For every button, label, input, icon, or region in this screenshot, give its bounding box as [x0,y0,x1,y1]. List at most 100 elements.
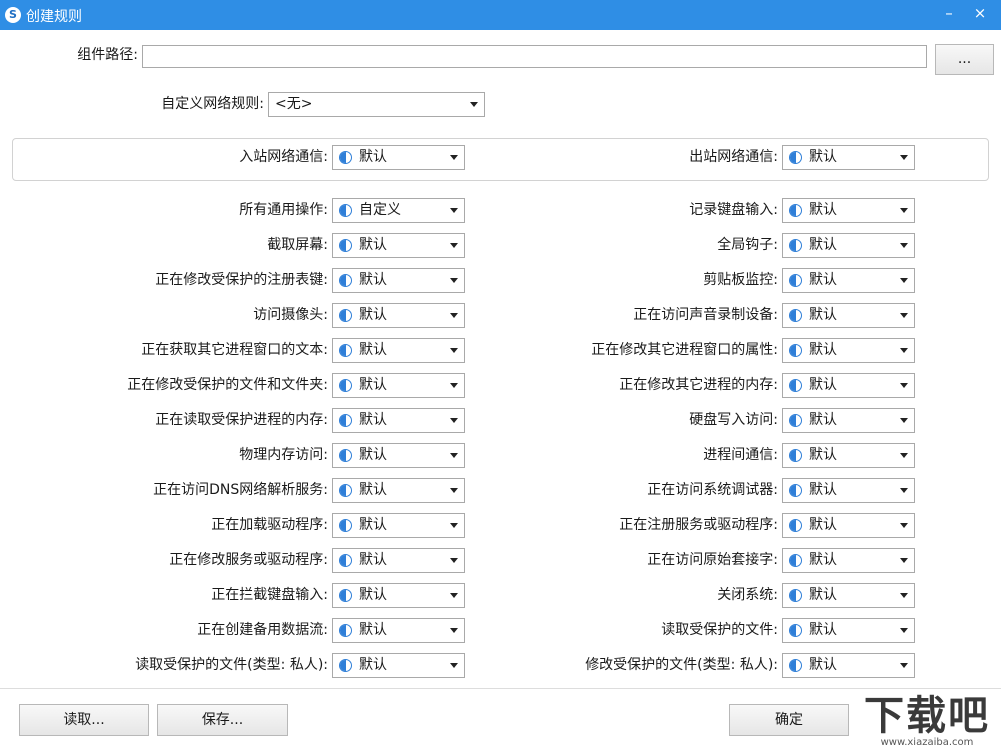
rule-select-right[interactable]: 默认 [782,303,915,328]
load-button[interactable]: 读取... [19,704,149,736]
rule-value: 默认 [809,622,837,638]
rule-select-left[interactable]: 默认 [332,548,465,573]
rule-label-left: 访问摄像头: [253,307,328,323]
close-button[interactable]: × [967,2,993,26]
rule-select-left[interactable]: 自定义 [332,198,465,223]
chevron-down-icon [450,523,458,528]
rule-select-left[interactable]: 默认 [332,653,465,678]
chevron-down-icon [450,628,458,633]
custom-network-rule-label: 自定义网络规则: [161,96,264,112]
rule-select-right[interactable]: 默认 [782,373,915,398]
chevron-down-icon [900,208,908,213]
rule-select-right[interactable]: 默认 [782,583,915,608]
ok-button[interactable]: 确定 [729,704,849,736]
chevron-down-icon [450,278,458,283]
rule-label-left: 截取屏幕: [267,237,328,253]
rule-select-right[interactable]: 默认 [782,443,915,468]
chevron-down-icon [450,663,458,668]
half-circle-icon [339,379,352,392]
rule-select-left[interactable]: 默认 [332,373,465,398]
rule-select-right[interactable]: 默认 [782,653,915,678]
rule-select-left[interactable]: 默认 [332,408,465,433]
component-path-input[interactable] [142,45,927,68]
rule-select-left[interactable]: 默认 [332,303,465,328]
rule-value: 默认 [359,657,387,673]
custom-network-rule-select[interactable]: <无> [268,92,485,117]
outbound-network-value: 默认 [809,149,837,165]
rule-select-left[interactable]: 默认 [332,583,465,608]
rule-select-right[interactable]: 默认 [782,478,915,503]
rule-select-left[interactable]: 默认 [332,618,465,643]
half-circle-icon [339,484,352,497]
half-circle-icon [339,589,352,602]
rule-value: 默认 [359,237,387,253]
rule-value: 默认 [359,307,387,323]
half-circle-icon [789,659,802,672]
chevron-down-icon [900,278,908,283]
rule-label-right: 正在注册服务或驱动程序: [619,517,778,533]
rule-value: 默认 [809,447,837,463]
chevron-down-icon [900,593,908,598]
rule-select-right[interactable]: 默认 [782,513,915,538]
rule-label-left: 正在加载驱动程序: [211,517,328,533]
chevron-down-icon [900,488,908,493]
rule-label-left: 正在获取其它进程窗口的文本: [141,342,328,358]
rule-value: 默认 [359,377,387,393]
rule-select-left[interactable]: 默认 [332,233,465,258]
half-circle-icon [789,624,802,637]
chevron-down-icon [900,383,908,388]
half-circle-icon [339,239,352,252]
rule-select-left[interactable]: 默认 [332,268,465,293]
rule-label-right: 硬盘写入访问: [689,412,778,428]
rule-label-right: 修改受保护的文件(类型: 私人): [585,657,778,673]
half-circle-icon [789,414,802,427]
rule-label-right: 剪贴板监控: [703,272,778,288]
browse-button[interactable]: ... [935,44,994,75]
outbound-network-label: 出站网络通信: [689,149,778,165]
rule-select-right[interactable]: 默认 [782,408,915,433]
rule-select-right[interactable]: 默认 [782,548,915,573]
rule-select-right[interactable]: 默认 [782,338,915,363]
rule-select-left[interactable]: 默认 [332,338,465,363]
save-button[interactable]: 保存... [157,704,288,736]
half-circle-icon [789,309,802,322]
minimize-button[interactable]: – [936,2,962,26]
rule-select-left[interactable]: 默认 [332,443,465,468]
chevron-down-icon [450,208,458,213]
chevron-down-icon [450,488,458,493]
rule-value: 默认 [809,587,837,603]
inbound-network-select[interactable]: 默认 [332,145,465,170]
rule-value: 默认 [359,622,387,638]
rule-select-left[interactable]: 默认 [332,513,465,538]
rule-select-right[interactable]: 默认 [782,618,915,643]
chevron-down-icon [450,313,458,318]
rule-value: 自定义 [359,202,401,218]
chevron-down-icon [900,453,908,458]
rule-label-right: 进程间通信: [703,447,778,463]
rule-select-left[interactable]: 默认 [332,478,465,503]
outbound-network-select[interactable]: 默认 [782,145,915,170]
footer-divider [0,688,1001,689]
rule-value: 默认 [359,412,387,428]
chevron-down-icon [450,558,458,563]
chevron-down-icon [450,348,458,353]
half-circle-icon [339,151,352,164]
rule-label-right: 读取受保护的文件: [661,622,778,638]
chevron-down-icon [450,453,458,458]
rule-value: 默认 [809,272,837,288]
rule-value: 默认 [809,202,837,218]
rule-select-right[interactable]: 默认 [782,198,915,223]
half-circle-icon [339,519,352,532]
half-circle-icon [339,624,352,637]
rule-value: 默认 [809,412,837,428]
half-circle-icon [339,274,352,287]
rule-label-right: 正在访问系统调试器: [647,482,778,498]
rule-select-right[interactable]: 默认 [782,233,915,258]
watermark-logo: 下载吧 www.xiazaiba.com [857,694,997,749]
rule-label-left: 物理内存访问: [239,447,328,463]
rule-value: 默认 [359,482,387,498]
chevron-down-icon [900,155,908,160]
rule-value: 默认 [359,272,387,288]
rule-select-right[interactable]: 默认 [782,268,915,293]
rule-label-right: 记录键盘输入: [689,202,778,218]
